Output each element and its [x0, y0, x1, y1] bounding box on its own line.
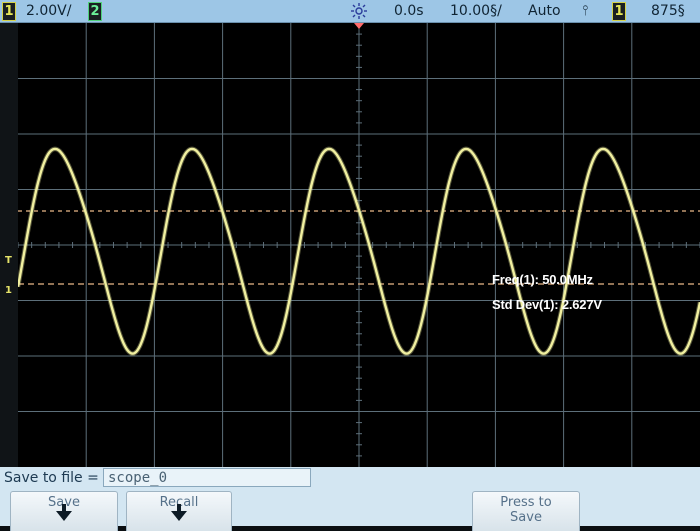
time-scale[interactable]: 10.00§/ [450, 0, 502, 22]
channel-1-ground-marker[interactable]: 1 [5, 286, 12, 296]
sun-icon [351, 0, 367, 22]
waveform-canvas [18, 23, 700, 467]
screen-left-margin: T 1 [0, 23, 18, 467]
trigger-slope-icon: ⫯ [582, 3, 589, 19]
trigger-level-marker[interactable]: T [5, 256, 12, 266]
press-to-save-button[interactable]: Press to Save [472, 491, 580, 531]
press-to-save-label: Press to Save [500, 495, 552, 525]
channel-1-scale[interactable]: 2.00V/ [26, 0, 71, 22]
save-button[interactable]: Save [10, 491, 118, 531]
trigger-mode[interactable]: Auto [528, 0, 561, 22]
file-name-field[interactable]: scope_0 [103, 468, 311, 487]
trigger-source-indicator[interactable]: 1 [612, 0, 626, 22]
trigger-source-badge: 1 [612, 2, 626, 21]
channel-1-badge: 1 [2, 2, 16, 21]
status-bar: 1 2.00V/ 2 0.0s 10.00§/ Auto ⫯ 1 875§ [0, 0, 700, 23]
down-arrow-icon [171, 504, 187, 521]
channel-1-indicator[interactable]: 1 [2, 0, 16, 22]
std-dev-measurement: Std Dev(1): 2.627V [492, 297, 602, 312]
time-delay[interactable]: 0.0s [394, 0, 424, 22]
save-to-file-label: Save to file = [4, 470, 99, 486]
trigger-level[interactable]: 875§ [651, 0, 685, 22]
channel-2-indicator[interactable]: 2 [88, 0, 102, 22]
frequency-measurement: Freq(1): 50.0MHz [492, 272, 593, 287]
trigger-position-indicator [354, 23, 364, 29]
down-arrow-icon [56, 504, 72, 521]
waveform-display[interactable]: Freq(1): 50.0MHz Std Dev(1): 2.627V [18, 23, 700, 467]
recall-button[interactable]: Recall [126, 491, 232, 531]
channel-2-badge: 2 [88, 2, 102, 21]
